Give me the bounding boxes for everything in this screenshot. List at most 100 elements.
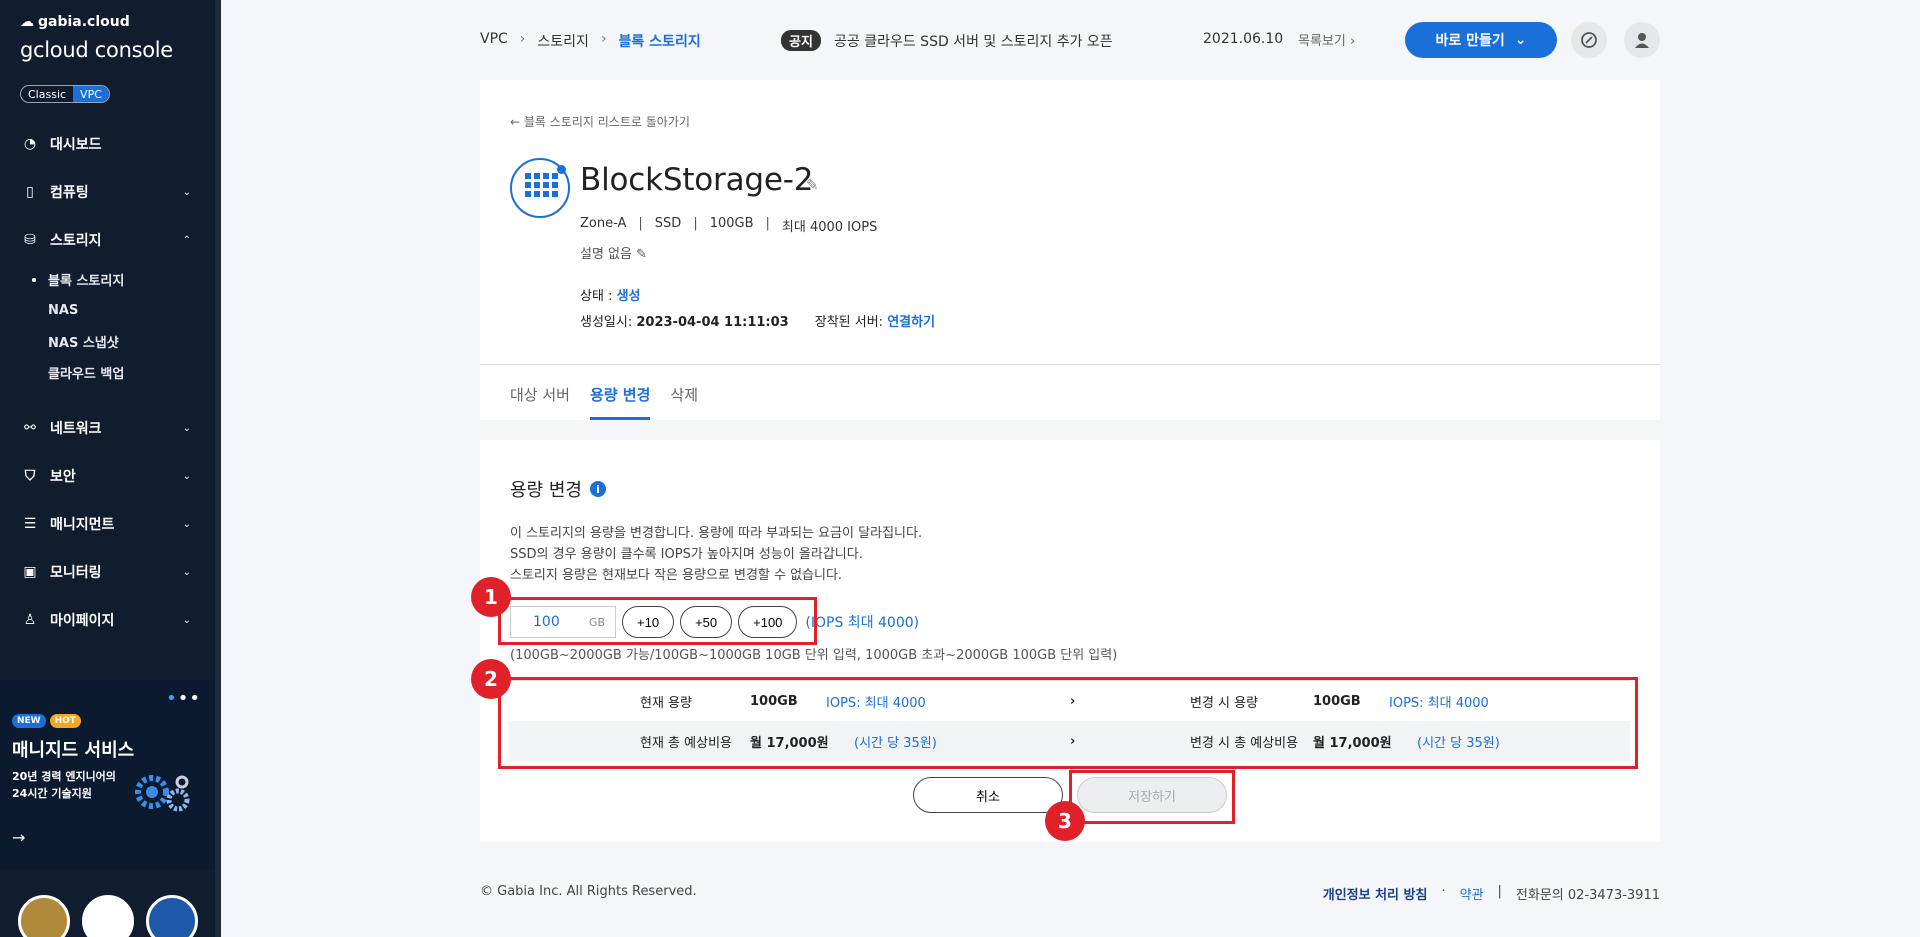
- notice-title[interactable]: 공공 클라우드 SSD 서버 및 스토리지 추가 오픈: [834, 31, 1113, 51]
- user-icon: [1635, 33, 1649, 48]
- promo-line: 20년 경력 엔지니어의: [12, 770, 116, 783]
- storage-name: BlockStorage-2: [580, 162, 814, 198]
- notice-badge: 공지: [781, 30, 821, 51]
- storage-icon: ⛁: [24, 232, 36, 248]
- storage-description: 설명 없음 ✎: [580, 247, 648, 262]
- promo-title: 매니지드 서비스: [12, 740, 135, 761]
- gear-icon: [135, 775, 190, 812]
- cloud-service-cert-icon: [82, 895, 134, 937]
- breadcrumb-item[interactable]: 스토리지: [537, 31, 589, 51]
- tab-delete[interactable]: 삭제: [670, 384, 698, 420]
- sidebar-item-security[interactable]: ⛉ 보안 ⌄: [0, 452, 215, 500]
- hot-badge: HOT: [49, 714, 81, 728]
- breadcrumb: VPC › 스토리지 › 블록 스토리지: [480, 31, 701, 51]
- chevron-up-icon: ⌃: [182, 234, 191, 246]
- tab-target-server[interactable]: 대상 서버: [510, 384, 570, 420]
- tab-resize[interactable]: 용량 변경: [589, 384, 651, 420]
- dashboard-icon: ◔: [23, 136, 37, 152]
- sidebar-item-storage[interactable]: ⛁ 스토리지 ⌃: [0, 216, 215, 264]
- brand-title[interactable]: gcloud console: [20, 38, 173, 62]
- env-vpc-option[interactable]: VPC: [73, 86, 109, 102]
- connect-server-link[interactable]: 연결하기: [887, 315, 935, 330]
- carousel-dots[interactable]: •••: [166, 688, 201, 709]
- chevron-down-icon: ⌄: [182, 470, 191, 482]
- breadcrumb-current: 블록 스토리지: [618, 34, 701, 50]
- sidebar-item-monitoring[interactable]: ▣ 모니터링 ⌄: [0, 548, 215, 596]
- user-icon: ♙: [23, 612, 37, 628]
- back-to-list-link[interactable]: ← 블록 스토리지 리스트로 돌아가기: [510, 113, 690, 130]
- status-dot: [557, 165, 566, 174]
- chat-icon: [1581, 32, 1597, 48]
- promo-line: 24시간 기술지원: [12, 787, 92, 800]
- account-button[interactable]: [1624, 22, 1660, 58]
- env-classic-option[interactable]: Classic: [21, 86, 73, 102]
- sidebar-nav: ◔ 대시보드 ▯ 컴퓨팅 ⌄ ⛁ 스토리지 ⌃ 블록 스토리지 NAS NAS …: [0, 120, 215, 644]
- storage-detail-card: ← 블록 스토리지 리스트로 돌아가기 BlockStorage-2 ✎ Zon…: [480, 80, 1660, 420]
- step-marker-2: 2: [471, 659, 511, 699]
- arrow-right-icon[interactable]: →: [12, 828, 25, 847]
- chevron-right-icon: ›: [1349, 34, 1356, 49]
- chevron-down-icon: ⌄: [1514, 32, 1527, 48]
- chevron-right-icon: ›: [519, 31, 526, 47]
- arrow-left-icon: ←: [510, 115, 521, 129]
- shield-icon: ⛉: [24, 468, 36, 484]
- sidebar-subitem-block-storage[interactable]: 블록 스토리지: [0, 264, 215, 295]
- brand-logo[interactable]: ☁ gabia.cloud: [20, 14, 130, 30]
- csap-cert-icon: [146, 895, 198, 937]
- edit-pencil-icon[interactable]: ✎: [636, 247, 647, 262]
- network-icon: ⚯: [24, 420, 36, 436]
- privacy-policy-link[interactable]: 개인정보 처리 방침: [1323, 884, 1428, 903]
- footer-links: 개인정보 처리 방침 · 약관 | 전화문의 02-3473-3911: [1322, 884, 1660, 903]
- step-marker-1: 1: [471, 577, 511, 617]
- resize-guide: 이 스토리지의 용량을 변경합니다. 용량에 따라 부과되는 요금이 달라집니다…: [510, 526, 923, 583]
- divider: [480, 364, 1660, 365]
- new-badge: NEW: [12, 714, 46, 728]
- chat-button[interactable]: [1571, 22, 1607, 58]
- notice-date: 2021.06.10: [1203, 31, 1284, 47]
- phone-number: 02-3473-3911: [1567, 888, 1660, 903]
- chevron-down-icon: ⌄: [182, 186, 191, 198]
- block-storage-icon: [510, 158, 570, 218]
- sidebar-scrollbar[interactable]: [215, 0, 221, 937]
- storage-spec: Zone-A | SSD | 100GB | 최대 4000 IOPS: [580, 216, 878, 235]
- storage-meta: 생성일시: 2023-04-04 11:11:03 장착된 서버: 연결하기: [580, 315, 936, 330]
- edit-pencil-icon[interactable]: ✎: [806, 176, 819, 194]
- highlight-box-1: [498, 597, 817, 645]
- detail-tabs: 대상 서버 용량 변경 삭제: [510, 384, 698, 420]
- terms-link[interactable]: 약관: [1460, 884, 1484, 903]
- highlight-box-3: [1069, 770, 1235, 824]
- sidebar-item-mypage[interactable]: ♙ 마이페이지 ⌄: [0, 596, 215, 644]
- iops-max-label: (IOPS 최대 4000): [805, 615, 920, 631]
- promo-banner[interactable]: ••• NEW HOT 매니지드 서비스 20년 경력 엔지니어의 24시간 기…: [0, 680, 215, 870]
- chevron-down-icon: ⌄: [182, 422, 191, 434]
- management-icon: ☰: [23, 516, 37, 532]
- breadcrumb-item[interactable]: VPC: [480, 31, 508, 51]
- sidebar-subitem-cloud-backup[interactable]: 클라우드 백업: [0, 357, 215, 388]
- copyright: © Gabia Inc. All Rights Reserved.: [480, 884, 697, 899]
- quick-create-button[interactable]: 바로 만들기 ⌄: [1405, 22, 1557, 58]
- cancel-button[interactable]: 취소: [913, 777, 1063, 813]
- chevron-down-icon: ⌄: [182, 566, 191, 578]
- chevron-down-icon: ⌄: [182, 614, 191, 626]
- sidebar: ☁ gabia.cloud gcloud console Classic VPC…: [0, 0, 215, 937]
- sidebar-subitem-nas[interactable]: NAS: [0, 295, 215, 326]
- step-marker-3: 3: [1045, 801, 1085, 841]
- storage-status: 상태 : 생성: [580, 289, 641, 304]
- sidebar-subitem-nas-snapshot[interactable]: NAS 스냅샷: [0, 326, 215, 357]
- monitor-icon: ▣: [23, 564, 37, 580]
- cert-badges: [18, 895, 198, 937]
- sidebar-item-computing[interactable]: ▯ 컴퓨팅 ⌄: [0, 168, 215, 216]
- highlight-box-2: [498, 677, 1638, 769]
- cert-badge-icon: [18, 895, 70, 937]
- chevron-right-icon: ›: [600, 31, 607, 47]
- info-icon[interactable]: i: [589, 481, 606, 497]
- notice-list-link[interactable]: 목록보기 ›: [1298, 30, 1355, 49]
- sidebar-item-dashboard[interactable]: ◔ 대시보드: [0, 120, 215, 168]
- sidebar-item-network[interactable]: ⚯ 네트워크 ⌄: [0, 404, 215, 452]
- range-note: (100GB~2000GB 가능/100GB~1000GB 10GB 단위 입력…: [510, 648, 1118, 663]
- env-toggle[interactable]: Classic VPC: [20, 85, 110, 103]
- sidebar-item-management[interactable]: ☰ 매니지먼트 ⌄: [0, 500, 215, 548]
- cloud-logo-icon: ☁: [20, 14, 34, 30]
- chevron-down-icon: ⌄: [182, 518, 191, 530]
- section-title: 용량 변경 i: [510, 476, 606, 502]
